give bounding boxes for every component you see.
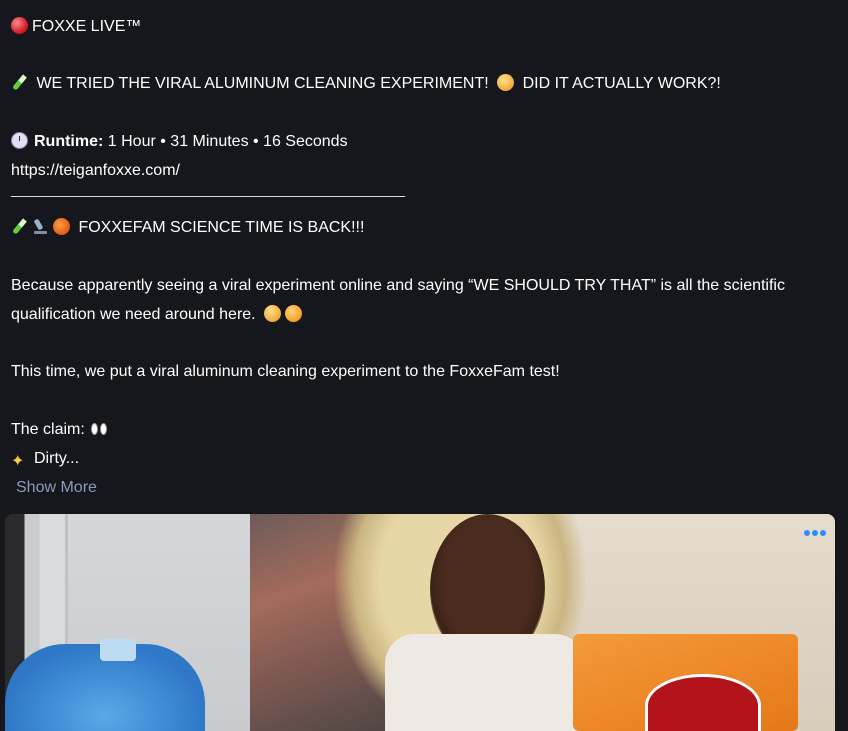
section-heading-line: FOXXEFAM SCIENCE TIME IS BACK!!! [11,218,364,238]
title-part1: WE TRIED THE VIRAL ALUMINUM CLEANING EXP… [36,75,489,92]
test-tube-icon [11,218,28,235]
more-dots-icon[interactable] [804,530,826,538]
paragraph2: This time, we put a viral aluminum clean… [11,363,560,380]
url-line: https://teiganfoxxe.com/ [11,161,180,181]
show-more-row: Show More [16,478,97,498]
claim-label: The claim: [11,421,85,438]
video-thumbnail[interactable] [5,514,835,731]
section-heading: FOXXEFAM SCIENCE TIME IS BACK!!! [78,219,365,236]
dot [812,530,818,536]
test-tube-icon [11,74,28,91]
runtime-label: Runtime: [34,133,104,150]
website-link[interactable]: https://teiganfoxxe.com/ [11,162,180,179]
paragraph1-line2-row: qualification we need around here. [11,305,306,325]
paragraph1-line1: Because apparently seeing a viral experi… [11,277,785,294]
fox-icon [53,218,70,235]
show-more-button[interactable]: Show More [16,479,97,496]
title-line: WE TRIED THE VIRAL ALUMINUM CLEANING EXP… [11,74,721,94]
channel-line: FOXXE LIVE™ [11,17,141,37]
microscope-icon [32,218,49,235]
thumbnail-bag-logo [645,674,761,731]
runtime-line: Runtime: 1 Hour • 31 Minutes • 16 Second… [11,132,348,152]
thumbnail-jug-cap [100,639,136,661]
paragraph1-line2: qualification we need around here. [11,306,256,323]
dot [820,530,826,536]
thumbnail-person-shirt [385,634,585,731]
sparkles-icon: ✦ [11,453,25,470]
title-part2: DID IT ACTUALLY WORK?! [522,75,721,92]
laughing-face-icon [264,305,282,322]
runtime-value: 1 Hour • 31 Minutes • 16 Seconds [107,133,348,150]
dirty-text: Dirty... [34,450,80,467]
flushed-face-icon [497,74,515,91]
red-circle-icon [11,17,28,34]
claim-line: The claim: [11,420,108,440]
alarm-clock-icon [11,132,28,149]
eyes-icon [91,423,108,435]
channel-name: FOXXE LIVE™ [32,18,142,35]
dot [804,530,810,536]
dirty-line: ✦ Dirty... [11,449,79,470]
divider [11,196,405,197]
crying-face-icon [285,305,303,322]
